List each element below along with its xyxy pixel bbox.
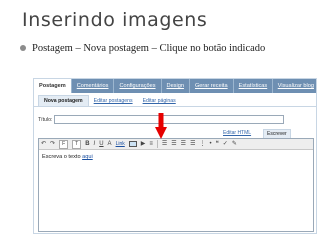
bold-button[interactable]: B: [85, 140, 89, 149]
align-left-icon[interactable]: ☰: [162, 140, 167, 149]
blogger-editor-screenshot: Postagem Comentários Configurações Desig…: [33, 78, 317, 234]
view-blog-link[interactable]: Visualizar blog: [278, 79, 316, 93]
edit-html-tab[interactable]: Editar HTML: [220, 129, 254, 138]
align-center-icon[interactable]: ☰: [171, 140, 176, 149]
title-input[interactable]: [54, 115, 284, 124]
bullet-item: Postagem – Nova postagem – Clique no bot…: [20, 42, 265, 54]
editor-body-link[interactable]: aqui: [82, 154, 93, 160]
undo-icon[interactable]: ↶: [41, 140, 46, 149]
editor-toolbar: ↶ ↷ F T B I U A Link ▶ ≡ ☰ ☰ ☰ ☰ ⋮ • ❝ ✓…: [39, 139, 313, 150]
title-label: Título:: [38, 117, 53, 123]
tab-design[interactable]: Design: [162, 79, 190, 93]
tab-gerar-receita[interactable]: Gerar receita: [190, 79, 234, 93]
editor-body-text: Escreva o texto aqui: [42, 154, 93, 160]
bullet-text: Postagem – Nova postagem – Clique no bot…: [32, 42, 266, 54]
redo-icon[interactable]: ↷: [50, 140, 55, 149]
tab-estatisticas[interactable]: Estatísticas: [234, 79, 274, 93]
post-editor[interactable]: ↶ ↷ F T B I U A Link ▶ ≡ ☰ ☰ ☰ ☰ ⋮ • ❝ ✓…: [38, 138, 314, 232]
toolbar-separator: [156, 140, 158, 148]
align-right-icon[interactable]: ☰: [181, 140, 186, 149]
main-tab-bar: Postagem Comentários Configurações Desig…: [34, 79, 316, 93]
subtab-editar-postagens[interactable]: Editar postagens: [89, 96, 138, 106]
clear-format-icon[interactable]: ✎: [232, 140, 237, 149]
video-icon[interactable]: ▶: [141, 140, 146, 149]
underline-button[interactable]: U: [99, 140, 103, 149]
spellcheck-icon[interactable]: ✓: [223, 140, 228, 149]
subtab-editar-paginas[interactable]: Editar páginas: [138, 96, 181, 106]
text-color-button[interactable]: A: [108, 140, 112, 149]
justify-icon[interactable]: ☰: [190, 140, 195, 149]
jump-break-icon[interactable]: ≡: [149, 140, 153, 149]
font-select[interactable]: F: [59, 139, 69, 149]
image-icon[interactable]: [128, 141, 137, 147]
tab-postagem[interactable]: Postagem: [34, 79, 72, 93]
tab-comentarios[interactable]: Comentários: [72, 79, 115, 93]
editor-body-prefix: Escreva o texto: [42, 154, 81, 160]
write-tab[interactable]: Escrever: [263, 129, 291, 138]
subtab-nova-postagem[interactable]: Nova postagem: [38, 95, 89, 106]
slide-title: Inserindo imagens: [22, 9, 208, 31]
size-select[interactable]: T: [72, 139, 82, 149]
quote-icon[interactable]: ❝: [216, 140, 219, 149]
italic-button[interactable]: I: [94, 140, 96, 149]
numbered-list-icon[interactable]: ⋮: [199, 140, 205, 149]
sub-tab-bar: Nova postagem Editar postagens Editar pá…: [34, 93, 316, 107]
arrow-down-icon: [155, 113, 167, 139]
bullet-list-icon[interactable]: •: [209, 140, 211, 149]
link-button[interactable]: Link: [116, 140, 125, 149]
bullet-dot-icon: [20, 45, 26, 51]
tab-configuracoes[interactable]: Configurações: [114, 79, 162, 93]
